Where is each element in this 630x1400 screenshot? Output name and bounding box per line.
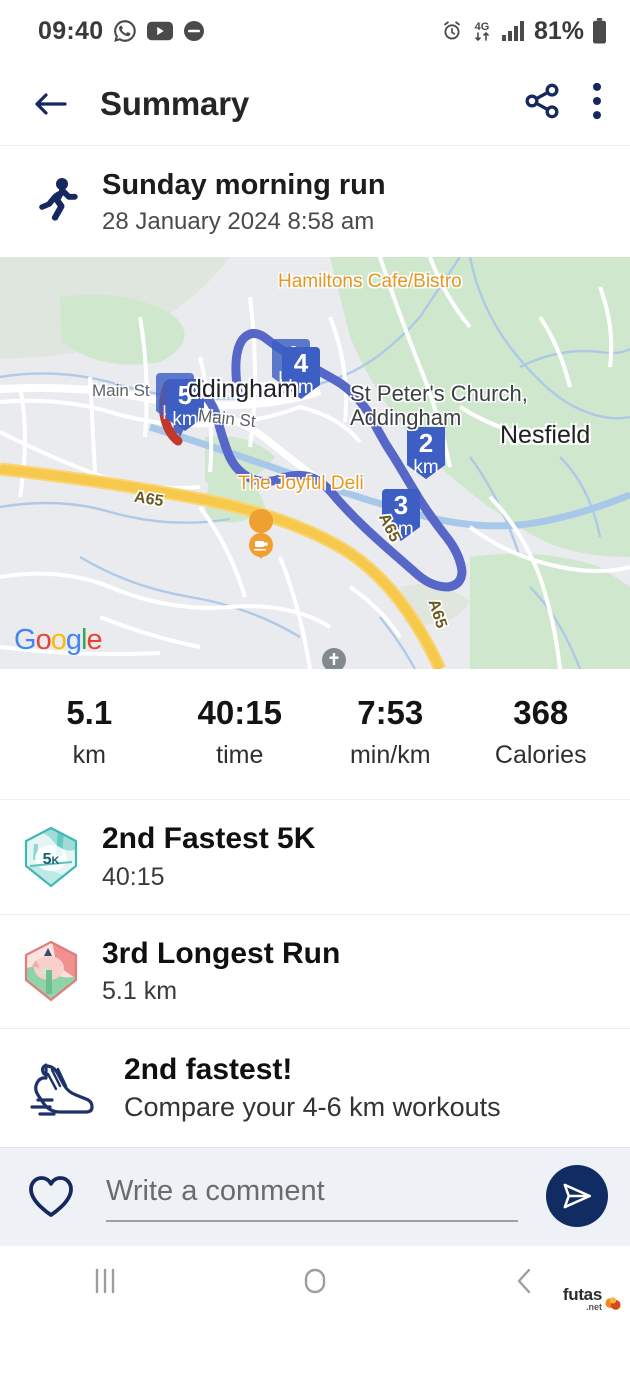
whatsapp-icon — [112, 18, 138, 44]
stat-time: 40:15 time — [165, 693, 316, 770]
achievement-row-longest-run[interactable]: 3rd Longest Run 5.1 km — [0, 914, 630, 1029]
badge-5k-icon: 5K — [22, 826, 80, 888]
stat-pace-label: min/km — [349, 740, 431, 769]
comment-input[interactable] — [106, 1170, 518, 1222]
nav-back-button[interactable] — [480, 1252, 570, 1310]
insight-row-compare-workouts[interactable]: 2nd fastest! Compare your 4-6 km workout… — [0, 1028, 630, 1149]
status-bar-right: 4G 81% — [441, 17, 608, 46]
achievement-title: 3rd Longest Run — [102, 936, 341, 970]
google-letter-e: e — [86, 623, 102, 656]
stat-distance-label: km — [72, 740, 106, 769]
share-icon[interactable] — [522, 81, 562, 126]
stat-pace: 7:53 min/km — [315, 693, 466, 770]
app-bar: Summary — [0, 62, 630, 146]
stat-calories-value: 368 — [513, 693, 569, 731]
insight-subtitle: Compare your 4-6 km workouts — [124, 1092, 501, 1123]
phone-screen: 09:40 4G 81% Summary Sunday morning run … — [0, 0, 630, 1400]
stat-calories: 368 Calories — [466, 693, 617, 770]
heart-icon[interactable] — [24, 1169, 78, 1223]
google-letter-g2: g — [65, 623, 82, 656]
comment-bar — [0, 1148, 630, 1247]
app-bar-actions — [522, 81, 604, 126]
back-button[interactable] — [28, 81, 74, 127]
youtube-icon — [147, 21, 174, 41]
stats-row: 5.1 km 40:15 time 7:53 min/km 368 Calori… — [0, 668, 630, 801]
stat-distance-value: 5.1 — [66, 693, 113, 731]
nav-home-button[interactable] — [270, 1252, 360, 1310]
status-time: 09:40 — [38, 16, 104, 45]
activity-title: Sunday morning run — [102, 169, 386, 201]
activity-header: Sunday morning run 28 January 2024 8:58 … — [0, 146, 630, 257]
stat-distance: 5.1 km — [14, 693, 165, 770]
achievement-text-longest-run: 3rd Longest Run 5.1 km — [102, 937, 340, 1006]
watermark-text: futas — [562, 1285, 602, 1305]
svg-text:4G: 4G — [475, 21, 490, 33]
insight-title: 2nd fastest! — [124, 1052, 293, 1086]
watermark-logo-icon — [605, 1297, 621, 1311]
network-4g-icon: 4G — [470, 19, 494, 43]
achievement-row-fastest-5k[interactable]: 5K 2nd Fastest 5K 40:15 — [0, 800, 630, 915]
achievement-text-fastest-5k: 2nd Fastest 5K 40:15 — [102, 822, 315, 891]
send-icon — [563, 1184, 592, 1209]
google-letter-o2: o — [50, 623, 67, 656]
achievement-subtitle: 5.1 km — [102, 977, 178, 1006]
achievement-subtitle: 40:15 — [102, 862, 165, 891]
comment-field — [96, 1170, 528, 1222]
running-shoe-icon — [24, 1053, 98, 1123]
do-not-disturb-icon — [182, 19, 206, 43]
stat-time-label: time — [216, 740, 264, 769]
battery-icon — [591, 18, 608, 44]
send-button[interactable] — [546, 1165, 608, 1228]
map-canvas — [0, 256, 630, 669]
page-title: Summary — [100, 84, 250, 122]
activity-datetime: 28 January 2024 8:58 am — [102, 207, 375, 235]
stat-time-value: 40:15 — [197, 693, 282, 731]
more-options-icon[interactable] — [590, 81, 604, 126]
nav-recents-button[interactable] — [60, 1252, 150, 1310]
achievement-title: 2nd Fastest 5K — [102, 822, 316, 856]
stat-pace-value: 7:53 — [357, 693, 424, 731]
alarm-icon — [441, 20, 463, 42]
google-letter-o1: o — [35, 623, 52, 656]
google-attribution: Google — [14, 623, 103, 657]
stat-calories-label: Calories — [494, 740, 587, 769]
status-bar-left: 09:40 — [38, 17, 206, 46]
watermark: futas .net — [562, 1285, 622, 1313]
signal-bars-icon — [501, 20, 527, 42]
android-nav-bar: futas .net — [0, 1246, 630, 1317]
watermark-suffix: .net — [585, 1302, 602, 1313]
insight-text: 2nd fastest! Compare your 4-6 km workout… — [124, 1053, 501, 1124]
running-person-icon — [30, 173, 82, 231]
badge-longest-run-icon — [22, 940, 80, 1002]
activity-header-text: Sunday morning run 28 January 2024 8:58 … — [102, 168, 386, 237]
status-bar: 09:40 4G 81% — [0, 0, 630, 62]
google-letter-g1: G — [14, 623, 37, 656]
battery-percent-label: 81% — [533, 16, 584, 45]
route-map[interactable]: 2 km 3 km 4 km 4 km 5 km 5 km Hamiltons … — [0, 256, 630, 669]
